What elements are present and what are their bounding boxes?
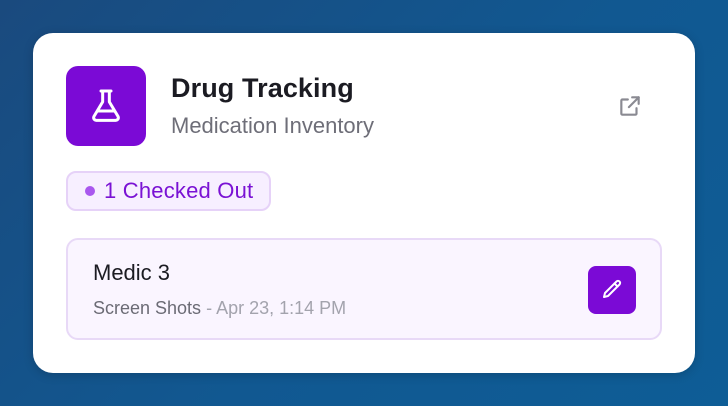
flask-icon: [66, 66, 146, 146]
entry-title: Medic 3: [93, 260, 171, 285]
external-link-icon[interactable]: [615, 91, 645, 121]
entry-meta: Screen Shots - Apr 23, 1:14 PM: [93, 298, 346, 319]
widget-subtitle: Medication Inventory: [171, 113, 374, 138]
entry-separator: -: [201, 298, 217, 318]
status-badge[interactable]: 1 Checked Out: [66, 171, 272, 211]
status-dot: [85, 186, 95, 196]
edit-button[interactable]: [588, 266, 636, 314]
widget-title: Drug Tracking: [171, 73, 354, 103]
pencil-icon: [603, 279, 622, 298]
entry-source: Screen Shots: [93, 298, 202, 318]
status-badge-label: 1 Checked Out: [104, 178, 254, 203]
entry-timestamp: Apr 23, 1:14 PM: [216, 298, 347, 318]
drug-tracking-card: Drug Tracking Medication Inventory 1 Che…: [33, 33, 695, 373]
checkout-entry[interactable]: Medic 3 Screen Shots - Apr 23, 1:14 PM: [66, 238, 662, 340]
